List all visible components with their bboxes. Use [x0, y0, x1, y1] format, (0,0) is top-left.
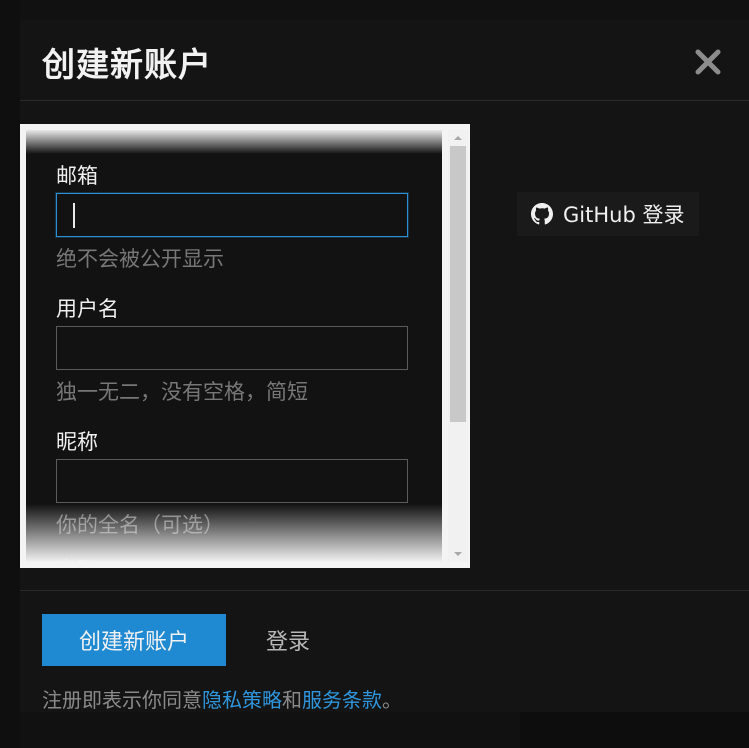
- username-label: 用户名: [56, 297, 119, 321]
- nickname-hint: 你的全名（可选）: [56, 513, 224, 537]
- github-login-button[interactable]: GitHub 登录: [517, 192, 699, 236]
- nickname-label: 昵称: [56, 430, 98, 454]
- signup-modal: 创建新账户 邮箱 绝不会被公开显示 用户名 独一无二，没有空格，简短 昵称 你的…: [20, 20, 749, 712]
- privacy-policy-link[interactable]: 隐私策略: [202, 688, 282, 712]
- nickname-field[interactable]: [56, 459, 408, 503]
- terms-prefix: 注册即表示你同意: [42, 688, 202, 712]
- username-hint: 独一无二，没有空格，简短: [56, 380, 308, 404]
- password-label: 密码: [56, 554, 98, 562]
- terms-text: 注册即表示你同意隐私策略和服务条款。: [42, 684, 402, 713]
- header-divider: [20, 100, 749, 101]
- form-scrollbar[interactable]: [448, 130, 468, 562]
- email-hint: 绝不会被公开显示: [56, 247, 224, 271]
- page: 创建新账户 邮箱 绝不会被公开显示 用户名 独一无二，没有空格，简短 昵称 你的…: [0, 0, 749, 748]
- email-field[interactable]: [56, 193, 408, 237]
- backdrop-left: [0, 0, 20, 748]
- terms-and: 和: [282, 688, 302, 712]
- username-field[interactable]: [56, 326, 408, 370]
- backdrop-bottom: [520, 712, 749, 748]
- terms-of-service-link[interactable]: 服务条款: [302, 688, 382, 712]
- github-login-label: GitHub 登录: [563, 203, 685, 227]
- scroll-down-arrow-icon[interactable]: [448, 546, 468, 562]
- scrollbar-thumb[interactable]: [450, 146, 466, 422]
- scroll-up-arrow-icon[interactable]: [448, 130, 468, 146]
- modal-title: 创建新账户: [42, 45, 212, 84]
- email-label: 邮箱: [56, 164, 98, 188]
- github-icon: [531, 203, 553, 225]
- terms-suffix: 。: [382, 688, 402, 712]
- form-scroll-panel: 邮箱 绝不会被公开显示 用户名 独一无二，没有空格，简短 昵称 你的全名（可选）…: [20, 124, 470, 568]
- text-caret: [73, 203, 75, 228]
- form-scroll-area[interactable]: 邮箱 绝不会被公开显示 用户名 独一无二，没有空格，简短 昵称 你的全名（可选）…: [26, 130, 442, 562]
- close-icon[interactable]: [692, 46, 724, 78]
- footer-divider: [20, 590, 749, 591]
- login-link[interactable]: 登录: [266, 624, 310, 656]
- create-account-button[interactable]: 创建新账户: [42, 614, 226, 666]
